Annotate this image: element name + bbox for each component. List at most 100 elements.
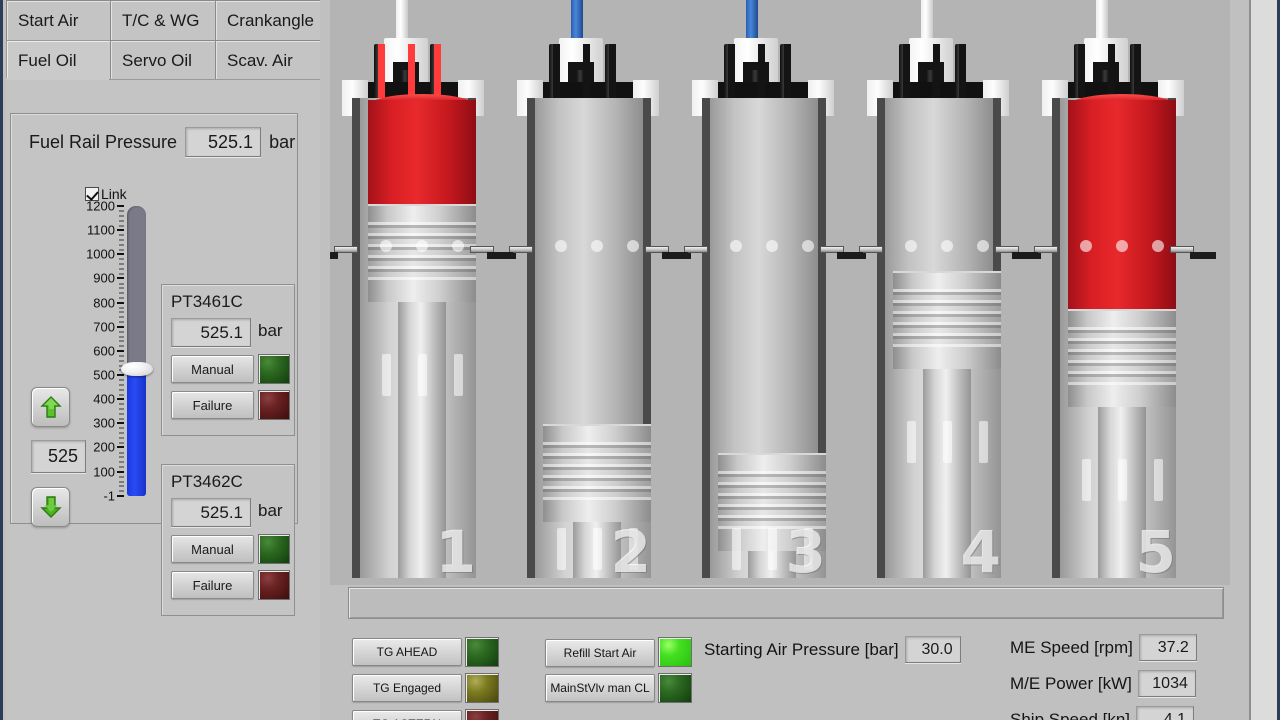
tab-row-1: Start Air T/C & WG Crankangle bbox=[6, 0, 323, 40]
scale-tick-minor bbox=[119, 418, 124, 420]
scale-tick-minor bbox=[119, 234, 124, 236]
piston-crown bbox=[893, 271, 1001, 369]
scale-tick-label: 1100 bbox=[87, 222, 115, 238]
tab-servo-oil[interactable]: Servo Oil bbox=[110, 40, 216, 80]
setpoint-decrease-button[interactable] bbox=[31, 487, 70, 527]
cylinder-frame bbox=[527, 98, 651, 578]
pressure-scale: 1200 1100 1000 900 800 700 600 500 400 300 200 100-… bbox=[77, 200, 157, 506]
scale-tick-minor bbox=[119, 336, 124, 338]
sensor-pt3462c-manual-button[interactable]: Manual bbox=[171, 535, 254, 563]
tab-crankangle-label: Crankangle bbox=[227, 10, 314, 30]
scale-tick-minor bbox=[119, 379, 124, 381]
scale-tick-minor bbox=[119, 316, 124, 318]
fuel-rail-pressure-unit: bar bbox=[269, 131, 296, 152]
scale-tick-minor bbox=[119, 210, 124, 212]
scale-tick-major bbox=[117, 253, 124, 256]
active-tab-indicator bbox=[6, 78, 109, 80]
pressure-slider-fill bbox=[127, 369, 146, 496]
mainstvlv-man-cl-led bbox=[658, 673, 692, 703]
cooling-pipe-left bbox=[487, 252, 513, 259]
scale-tick-minor bbox=[119, 442, 124, 444]
scale-tick-minor bbox=[119, 249, 124, 251]
ship-speed-row: Ship Speed [kn] 4.1 bbox=[1010, 706, 1195, 720]
tg-ahead-button[interactable]: TG AHEAD bbox=[352, 638, 462, 666]
scale-tick-minor bbox=[119, 340, 124, 342]
refill-start-air-led bbox=[658, 637, 692, 667]
cooling-pipe-left bbox=[330, 252, 338, 259]
tab-scav-air[interactable]: Scav. Air bbox=[215, 40, 323, 80]
mainstvlv-man-cl-button[interactable]: MainStVlv man CL bbox=[545, 674, 655, 702]
scale-tick-minor bbox=[119, 268, 124, 270]
sensor-pt3462c-failure-button[interactable]: Failure bbox=[171, 571, 254, 599]
scale-tick-minor bbox=[119, 273, 124, 275]
piston-rod bbox=[398, 302, 446, 578]
right-edge-pane bbox=[1251, 0, 1277, 720]
liner-bore-dots bbox=[718, 240, 826, 252]
sensor-pt3462c-value: 525.1 bbox=[171, 498, 251, 527]
scale-tick-minor bbox=[119, 384, 124, 386]
scale-tick-major bbox=[117, 374, 124, 377]
scale-tick-minor bbox=[119, 456, 124, 458]
cooling-pipe-left bbox=[1012, 252, 1038, 259]
starting-air-pressure-value: 30.0 bbox=[904, 636, 961, 663]
scale-tick-minor bbox=[119, 413, 124, 415]
scavenge-ports bbox=[893, 421, 1001, 463]
scale-tick-minor bbox=[119, 292, 124, 294]
fuel-rail-pressure-group: Fuel Rail Pressure 525.1 bar Link 1200 11… bbox=[10, 113, 298, 616]
engine-cylinder-3: 3 bbox=[662, 0, 866, 585]
scale-tick-minor bbox=[119, 321, 124, 323]
scale-tick-label: 400 bbox=[93, 391, 115, 407]
piston-rings bbox=[718, 471, 826, 529]
scavenge-ports bbox=[368, 354, 476, 396]
scavenge-ports bbox=[543, 528, 651, 570]
scale-tick-minor bbox=[119, 215, 124, 217]
setpoint-value[interactable]: 525 bbox=[31, 440, 86, 473]
tab-start-air-label: Start Air bbox=[18, 10, 79, 30]
scale-tick-minor bbox=[119, 283, 124, 284]
scale-tick-major bbox=[117, 277, 124, 280]
tab-servo-oil-label: Servo Oil bbox=[122, 50, 192, 70]
sensor-pt3462c-name: PT3462C bbox=[171, 472, 243, 491]
scale-tick-major bbox=[117, 325, 124, 328]
scale-tick-minor bbox=[119, 427, 124, 429]
scale-tick-minor bbox=[119, 476, 124, 478]
left-control-panel: Start Air T/C & WG Crankangle Fuel Oil S… bbox=[0, 0, 323, 720]
scale-tick-minor bbox=[119, 287, 124, 289]
scale-tick-label: 500 bbox=[93, 367, 115, 383]
engine-cylinder-4: 4 bbox=[837, 0, 1041, 585]
tab-start-air[interactable]: Start Air bbox=[6, 0, 111, 40]
piston-rings bbox=[893, 289, 1001, 347]
engine-status-strip bbox=[348, 587, 1224, 619]
pressure-slider-track[interactable] bbox=[127, 206, 146, 496]
scale-tick-label: -1 bbox=[103, 488, 115, 504]
tg-astern-button[interactable]: TG ASTERN bbox=[352, 710, 462, 720]
scale-tick-minor bbox=[119, 389, 124, 391]
sensor-pt3461c-failure-button[interactable]: Failure bbox=[171, 391, 254, 419]
engine-cylinder-view: 1 2 3 4 5 bbox=[330, 0, 1230, 585]
scale-tick-label: 800 bbox=[93, 295, 115, 311]
pressure-slider-thumb[interactable] bbox=[121, 361, 153, 376]
tab-row-2: Fuel Oil Servo Oil Scav. Air bbox=[6, 40, 323, 80]
tab-tc-wg[interactable]: T/C & WG bbox=[110, 0, 216, 40]
sensor-pt3461c-manual-button[interactable]: Manual bbox=[171, 355, 254, 383]
scale-tick-minor bbox=[119, 394, 124, 396]
tab-crankangle[interactable]: Crankangle bbox=[215, 0, 323, 40]
piston-rod bbox=[923, 369, 971, 578]
engine-simulator-window: Start Air T/C & WG Crankangle Fuel Oil S… bbox=[0, 0, 1280, 720]
cylinder-frame bbox=[877, 98, 1001, 578]
scale-tick-minor bbox=[119, 360, 124, 362]
refill-start-air-button[interactable]: Refill Start Air bbox=[545, 639, 655, 667]
scale-tick-minor bbox=[119, 331, 124, 333]
piston-crown bbox=[368, 204, 476, 302]
scale-tick-major bbox=[117, 495, 124, 497]
piston-rings bbox=[1068, 327, 1176, 385]
tg-engaged-button[interactable]: TG Engaged bbox=[352, 674, 462, 702]
me-speed-label: ME Speed [rpm] bbox=[1010, 637, 1133, 657]
scavenge-ports bbox=[1068, 459, 1176, 501]
scale-tick-major bbox=[117, 422, 124, 425]
tab-fuel-oil[interactable]: Fuel Oil bbox=[6, 40, 111, 80]
scale-tick-minor bbox=[119, 466, 124, 468]
setpoint-increase-button[interactable] bbox=[31, 387, 70, 427]
sensor-pt3461c-name: PT3461C bbox=[171, 292, 243, 311]
scale-tick-label: 700 bbox=[93, 319, 115, 335]
